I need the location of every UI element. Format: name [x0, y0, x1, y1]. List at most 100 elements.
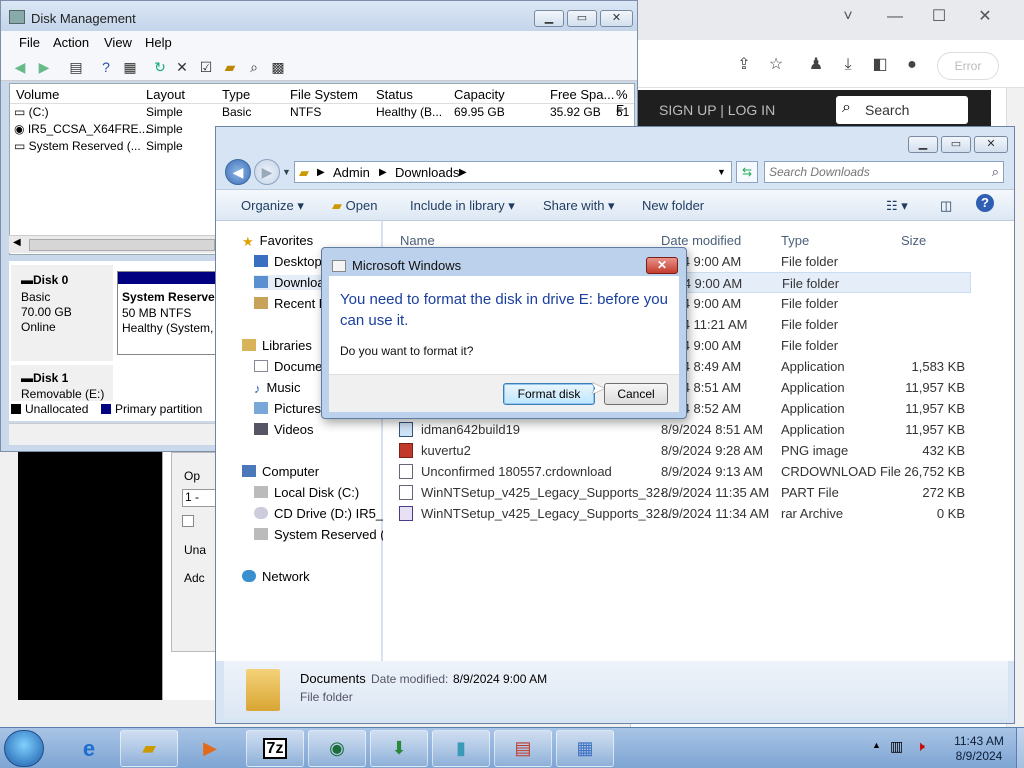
nav-local-disk[interactable]: Local Disk (C:) [254, 485, 359, 500]
back-icon[interactable]: ◀ [11, 58, 29, 76]
forward-button[interactable]: ▶ [254, 159, 280, 185]
col-size[interactable]: Size [901, 233, 926, 248]
toolbox-icon[interactable]: ▤ [494, 730, 552, 767]
zoom-icon[interactable]: ⌕ [245, 58, 263, 76]
file-row[interactable]: idman642build19 8/9/2024 8:51 AM Applica… [395, 419, 971, 440]
disk1-label[interactable]: ▬Disk 1 Removable (E:) [11, 365, 113, 401]
nav-network[interactable]: Network [242, 569, 310, 584]
nav-system-reserved[interactable]: System Reserved (F:) [254, 527, 400, 542]
search-input[interactable] [769, 164, 979, 180]
nav-pictures[interactable]: Pictures [254, 401, 321, 416]
menu-file[interactable]: File [19, 35, 40, 50]
photo-icon[interactable]: ▦ [556, 730, 614, 767]
close-button[interactable]: ✕ [974, 136, 1008, 153]
maximize-icon[interactable]: ☐ [925, 6, 953, 28]
include-in-library-button[interactable]: Include in library ▾ [410, 198, 515, 214]
network-tray-icon[interactable]: ▥ [890, 738, 903, 755]
menu-action[interactable]: Action [53, 35, 89, 50]
col-volume[interactable]: Volume [16, 87, 59, 102]
extension-icon[interactable]: ♟ [805, 54, 827, 76]
refresh-icon[interactable]: ↻ [151, 58, 169, 76]
cancel-button[interactable]: Cancel [604, 383, 668, 405]
close-icon[interactable]: ✕ [971, 6, 999, 28]
chevron-down-icon[interactable]: ▼ [717, 167, 726, 177]
properties-icon[interactable]: ▦ [121, 58, 139, 76]
minimize-icon[interactable]: — [881, 6, 909, 28]
show-desktop-button[interactable] [1016, 728, 1024, 768]
open-button[interactable]: ▰ Open [332, 198, 377, 214]
bg-select[interactable]: 1 - [182, 489, 216, 507]
grid-icon[interactable]: ▩ [269, 58, 287, 76]
file-row[interactable]: WinNTSetup_v425_Legacy_Supports_32-... 8… [395, 482, 971, 503]
menu-help[interactable]: Help [145, 35, 172, 50]
scroll-left-icon[interactable]: ◀ [13, 237, 21, 248]
help-icon[interactable]: ? [976, 194, 994, 212]
console-tree-icon[interactable]: ▤ [67, 58, 85, 76]
system-reserved-partition[interactable]: System Reserved 50 MB NTFS Healthy (Syst… [117, 271, 218, 355]
col-file-system[interactable]: File System [290, 87, 358, 102]
minimize-button[interactable]: ▁ [534, 10, 564, 27]
file-row[interactable]: WinNTSetup_v425_Legacy_Supports_32-... 8… [395, 503, 971, 524]
minimize-button[interactable]: ▁ [908, 136, 938, 153]
organize-button[interactable]: Organize ▾ [241, 198, 304, 214]
bg-checkbox[interactable] [182, 515, 194, 527]
installer-icon[interactable]: ⬇ [370, 730, 428, 767]
search-box[interactable]: ⌕ [764, 161, 1004, 183]
maximize-button[interactable]: ▭ [941, 136, 971, 153]
tab-search-icon[interactable]: ˅ [834, 6, 862, 28]
nav-recent-places[interactable]: Recent P [254, 296, 327, 311]
nav-favorites[interactable]: ★ Favorites [242, 233, 313, 249]
clock[interactable]: 11:43 AM 8/9/2024 [944, 734, 1014, 764]
col-capacity[interactable]: Capacity [454, 87, 505, 102]
nav-desktop[interactable]: Desktop [254, 254, 322, 269]
download-icon[interactable]: ⤓ [837, 54, 859, 76]
star-icon[interactable]: ☆ [765, 54, 787, 76]
nav-videos[interactable]: Videos [254, 422, 314, 437]
new-folder-button[interactable]: New folder [642, 198, 704, 213]
share-with-button[interactable]: Share with ▾ [543, 198, 615, 214]
nav-libraries[interactable]: Libraries [242, 338, 312, 353]
forward-icon[interactable]: ▶ [35, 58, 53, 76]
7zip-icon[interactable]: 7z [246, 730, 304, 767]
nav-documents[interactable]: Docume [254, 359, 322, 374]
sidepanel-icon[interactable]: ◧ [869, 54, 891, 76]
back-button[interactable]: ◀ [225, 159, 251, 185]
title-bar[interactable]: ▁ ▭ ✕ [216, 127, 1014, 157]
volume-muted-icon[interactable]: 🕨 [916, 738, 925, 755]
maximize-button[interactable]: ▭ [567, 10, 597, 27]
media-player-icon[interactable]: ▶ [181, 730, 239, 767]
start-button[interactable] [4, 730, 44, 767]
nav-music[interactable]: ♪ Music [254, 380, 300, 396]
preview-pane-icon[interactable]: ◫ [940, 198, 952, 214]
open-folder-icon[interactable]: ▰ [221, 58, 239, 76]
refresh-button[interactable]: ⇆ [736, 161, 758, 183]
file-row[interactable]: kuvertu2 8/9/2024 9:28 AM PNG image 432 … [395, 440, 971, 461]
site-search-box[interactable]: ⌕ Search [836, 96, 968, 124]
col-date-modified[interactable]: Date modified [661, 233, 741, 248]
col-name[interactable]: Name [400, 233, 435, 248]
col-layout[interactable]: Layout [146, 87, 185, 102]
show-hidden-icons-icon[interactable]: ▲ [872, 740, 881, 750]
view-options-icon[interactable]: ☷ ▾ [886, 198, 908, 214]
breadcrumb-admin[interactable]: Admin [333, 165, 370, 180]
volume-row[interactable]: ▭ (C:) Simple Basic NTFS Healthy (B... 6… [10, 104, 634, 121]
horizontal-scrollbar[interactable]: ◀ [9, 235, 219, 253]
nav-cd-drive[interactable]: CD Drive (D:) IR5_CC [254, 506, 402, 521]
help-icon[interactable]: ? [97, 58, 115, 76]
col-type[interactable]: Type [781, 233, 809, 248]
file-row[interactable]: Unconfirmed 180557.crdownload 8/9/2024 9… [395, 461, 971, 482]
disk0-label[interactable]: ▬Disk 0 Basic 70.00 GB Online [11, 265, 113, 361]
explorer-icon[interactable]: ▰ [120, 730, 178, 767]
share-icon[interactable]: ⇪ [733, 54, 755, 76]
scroll-thumb[interactable] [29, 239, 215, 251]
file-icon[interactable]: ▮ [432, 730, 490, 767]
col-free-space[interactable]: Free Spa... [550, 87, 614, 102]
error-pill[interactable]: Error [937, 52, 999, 80]
title-bar[interactable]: Disk Management ▁ ▭ ✕ [1, 1, 637, 31]
signup-login-link[interactable]: SIGN UP | LOG IN [659, 102, 775, 118]
dialog-close-button[interactable]: ✕ [646, 257, 678, 274]
delete-icon[interactable]: ✕ [173, 58, 191, 76]
breadcrumb-downloads[interactable]: Downloads [395, 165, 459, 180]
format-disk-button[interactable]: Format disk [503, 383, 595, 405]
nav-computer[interactable]: Computer [242, 464, 319, 479]
